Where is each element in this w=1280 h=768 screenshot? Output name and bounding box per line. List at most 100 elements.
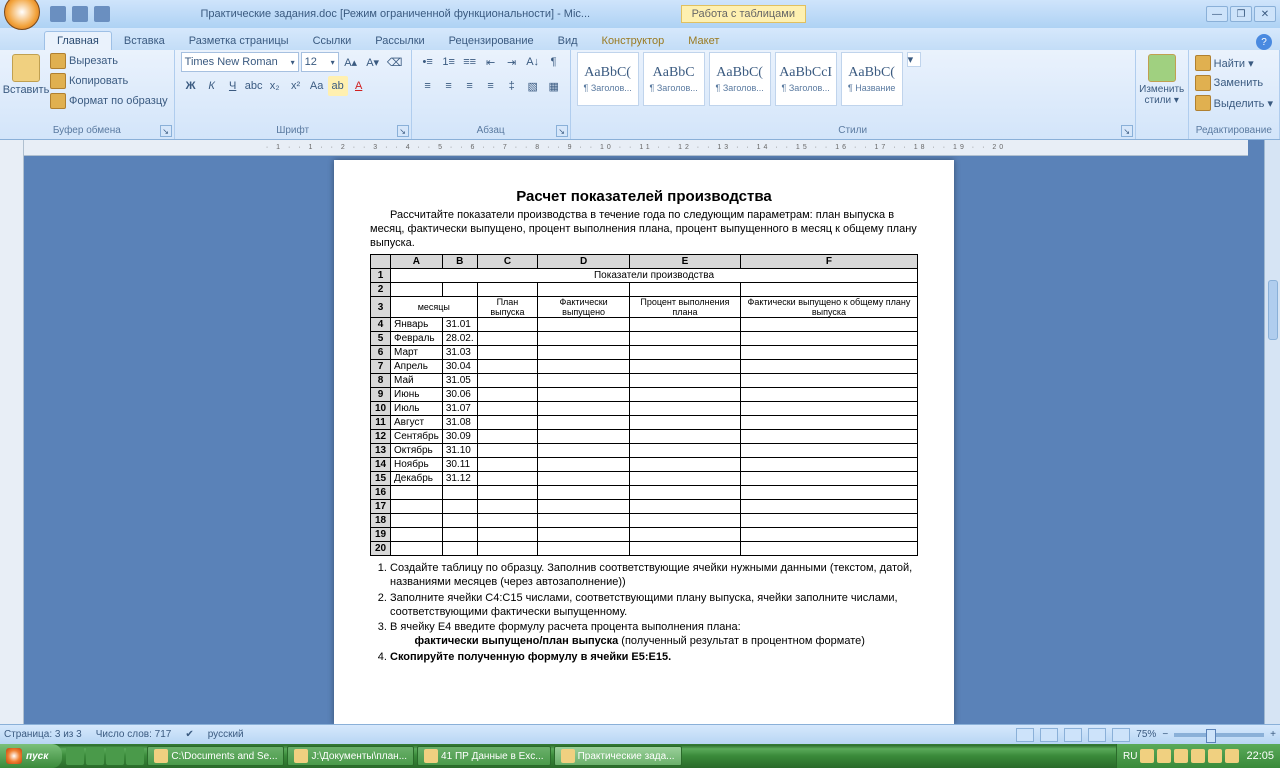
- status-page[interactable]: Страница: 3 из 3: [4, 729, 82, 740]
- copy-button[interactable]: Копировать: [50, 72, 168, 90]
- borders-button[interactable]: ▦: [544, 76, 564, 96]
- style-gallery-item[interactable]: AaBbC¶ Заголов...: [643, 52, 705, 106]
- page[interactable]: Расчет показателей производства Рассчита…: [334, 160, 954, 724]
- shading-button[interactable]: ▧: [523, 76, 543, 96]
- document-area[interactable]: · 1 · · 1 · · 2 · · 3 · · 4 · · 5 · · 6 …: [24, 140, 1264, 724]
- style-gallery-item[interactable]: AaBbC(¶ Название: [841, 52, 903, 106]
- font-group-label: Шрифт: [181, 124, 405, 137]
- style-gallery-item[interactable]: AaBbC(¶ Заголов...: [709, 52, 771, 106]
- clipboard-dialog-launcher[interactable]: ↘: [160, 125, 172, 137]
- indent-button[interactable]: ⇥: [502, 52, 522, 72]
- view-outline[interactable]: [1088, 728, 1106, 742]
- clear-format-button[interactable]: ⌫: [385, 52, 405, 72]
- vertical-scrollbar[interactable]: [1264, 140, 1280, 724]
- tab-mailings[interactable]: Рассылки: [363, 32, 436, 50]
- tab-view[interactable]: Вид: [546, 32, 590, 50]
- save-icon[interactable]: [50, 6, 66, 22]
- find-button[interactable]: Найти ▾: [1195, 54, 1273, 72]
- format-painter-button[interactable]: Формат по образцу: [50, 92, 168, 110]
- tab-review[interactable]: Рецензирование: [437, 32, 546, 50]
- view-print-layout[interactable]: [1016, 728, 1034, 742]
- office-button[interactable]: [4, 0, 40, 30]
- tray-icon[interactable]: [1174, 749, 1188, 763]
- highlight-button[interactable]: ab: [328, 76, 348, 96]
- undo-icon[interactable]: [72, 6, 88, 22]
- tray-icon[interactable]: [1157, 749, 1171, 763]
- italic-button[interactable]: К: [202, 76, 222, 96]
- tray-icon[interactable]: [1208, 749, 1222, 763]
- status-words[interactable]: Число слов: 717: [96, 729, 172, 740]
- tab-references[interactable]: Ссылки: [301, 32, 364, 50]
- multilevel-button[interactable]: ≡≡: [460, 52, 480, 72]
- style-gallery-item[interactable]: AaBbC(¶ Заголов...: [577, 52, 639, 106]
- align-left-button[interactable]: ≡: [418, 76, 438, 96]
- superscript-button[interactable]: x²: [286, 76, 306, 96]
- tab-insert[interactable]: Вставка: [112, 32, 177, 50]
- view-draft[interactable]: [1112, 728, 1130, 742]
- show-marks-button[interactable]: ¶: [544, 52, 564, 72]
- styles-dialog-launcher[interactable]: ↘: [1121, 125, 1133, 137]
- justify-button[interactable]: ≡: [481, 76, 501, 96]
- minimize-button[interactable]: —: [1206, 6, 1228, 22]
- close-button[interactable]: ✕: [1254, 6, 1276, 22]
- taskbar-item[interactable]: J:\Документы\план...: [287, 746, 414, 766]
- status-proof-icon[interactable]: ✔: [185, 729, 193, 740]
- ql-icon[interactable]: [86, 747, 104, 765]
- change-styles-button[interactable]: Изменить стили ▾: [1142, 52, 1182, 106]
- doc-title: Расчет показателей производства: [370, 188, 918, 205]
- tray-icon[interactable]: [1191, 749, 1205, 763]
- maximize-button[interactable]: ❐: [1230, 6, 1252, 22]
- sort-button[interactable]: A↓: [523, 52, 543, 72]
- cut-button[interactable]: Вырезать: [50, 52, 168, 70]
- taskbar-item[interactable]: 41 ПР Данные в Exc...: [417, 746, 551, 766]
- lang-indicator[interactable]: RU: [1123, 751, 1137, 762]
- align-right-button[interactable]: ≡: [460, 76, 480, 96]
- bullets-button[interactable]: •≡: [418, 52, 438, 72]
- ql-icon[interactable]: [126, 747, 144, 765]
- paste-button[interactable]: Вставить: [6, 52, 46, 96]
- taskbar-item-active[interactable]: Практические зада...: [554, 746, 682, 766]
- ql-icon[interactable]: [66, 747, 84, 765]
- tab-design[interactable]: Конструктор: [590, 32, 677, 50]
- strike-button[interactable]: abc: [244, 76, 264, 96]
- style-gallery-item[interactable]: AaBbCcI¶ Заголов...: [775, 52, 837, 106]
- replace-button[interactable]: Заменить: [1195, 74, 1273, 92]
- bold-button[interactable]: Ж: [181, 76, 201, 96]
- zoom-out-button[interactable]: −: [1162, 729, 1168, 740]
- zoom-level[interactable]: 75%: [1136, 729, 1156, 740]
- underline-button[interactable]: Ч: [223, 76, 243, 96]
- ql-icon[interactable]: [106, 747, 124, 765]
- styles-more-button[interactable]: ▾: [907, 52, 921, 67]
- tab-home[interactable]: Главная: [44, 31, 112, 50]
- paragraph-dialog-launcher[interactable]: ↘: [556, 125, 568, 137]
- start-button[interactable]: пуск: [0, 744, 62, 768]
- select-button[interactable]: Выделить ▾: [1195, 94, 1273, 112]
- scroll-thumb[interactable]: [1268, 280, 1278, 340]
- tray-icon[interactable]: [1225, 749, 1239, 763]
- font-name-combo[interactable]: Times New Roman▾: [181, 52, 299, 72]
- subscript-button[interactable]: x₂: [265, 76, 285, 96]
- align-center-button[interactable]: ≡: [439, 76, 459, 96]
- clock[interactable]: 22:05: [1246, 750, 1274, 762]
- help-button[interactable]: ?: [1256, 34, 1272, 50]
- line-spacing-button[interactable]: ‡: [502, 76, 522, 96]
- grow-font-button[interactable]: A▴: [341, 52, 361, 72]
- zoom-slider[interactable]: [1174, 733, 1264, 737]
- view-full-screen[interactable]: [1040, 728, 1058, 742]
- taskbar-item[interactable]: C:\Documents and Se...: [147, 746, 284, 766]
- numbering-button[interactable]: 1≡: [439, 52, 459, 72]
- change-case-button[interactable]: Aa: [307, 76, 327, 96]
- outdent-button[interactable]: ⇤: [481, 52, 501, 72]
- tray-icon[interactable]: [1140, 749, 1154, 763]
- tab-page-layout[interactable]: Разметка страницы: [177, 32, 301, 50]
- font-size-combo[interactable]: 12▾: [301, 52, 339, 72]
- shrink-font-button[interactable]: A▾: [363, 52, 383, 72]
- font-color-button[interactable]: A: [349, 76, 369, 96]
- redo-icon[interactable]: [94, 6, 110, 22]
- font-dialog-launcher[interactable]: ↘: [397, 125, 409, 137]
- zoom-in-button[interactable]: +: [1270, 729, 1276, 740]
- word-icon: [424, 749, 438, 763]
- status-language[interactable]: русский: [208, 729, 244, 740]
- tab-layout[interactable]: Макет: [676, 32, 731, 50]
- view-web-layout[interactable]: [1064, 728, 1082, 742]
